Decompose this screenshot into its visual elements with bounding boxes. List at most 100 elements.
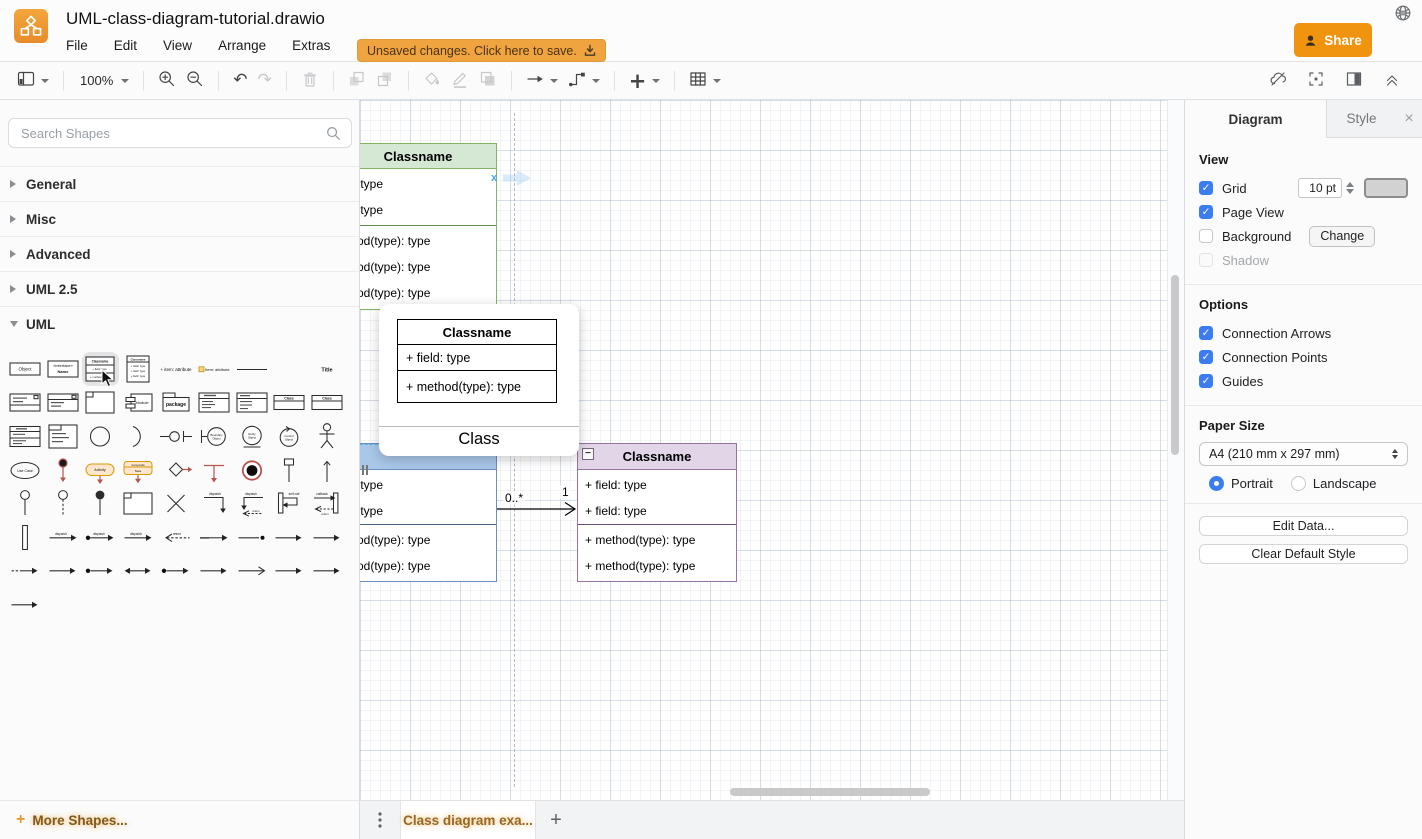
shape-edge-3[interactable] [82, 554, 120, 588]
shape-decision[interactable] [157, 453, 195, 487]
uml-class-right[interactable]: − Classname + field: type + field: type … [577, 443, 737, 582]
collapse-minus-icon[interactable]: − [582, 448, 594, 460]
shape-activity[interactable]: Activity [82, 453, 120, 487]
offline-status-icon[interactable] [1264, 67, 1292, 94]
menu-edit[interactable]: Edit [114, 38, 137, 53]
shape-title[interactable]: Title [308, 352, 346, 386]
connection-arrows-checkbox[interactable] [1199, 326, 1213, 340]
shape-list[interactable] [233, 386, 271, 420]
unsaved-changes-button[interactable]: Unsaved changes. Click here to save. [357, 39, 606, 62]
zoom-out-button[interactable] [181, 67, 209, 94]
shape-required-interface[interactable] [119, 419, 157, 453]
more-shapes-button[interactable]: + More Shapes... [0, 800, 360, 839]
shape-class-attrs-2[interactable] [6, 419, 44, 453]
directional-arrow-hint-icon[interactable] [503, 170, 531, 186]
shape-lifeline-2[interactable] [44, 486, 82, 520]
insert-button[interactable]: + [624, 69, 666, 93]
shape-boundary-object[interactable]: BoundaryObject [195, 419, 233, 453]
waypoints-button[interactable] [563, 67, 605, 94]
tab-diagram[interactable]: Diagram [1185, 100, 1327, 138]
shape-interface[interactable]: «interface»Name [44, 352, 82, 386]
shape-destroy[interactable] [157, 486, 195, 520]
share-button[interactable]: Share [1294, 23, 1372, 57]
shape-frame-label[interactable] [44, 419, 82, 453]
search-input[interactable] [19, 125, 326, 142]
edge-target-multiplicity[interactable]: 1 [560, 485, 571, 499]
shape-object-type[interactable] [195, 386, 233, 420]
shape-frame[interactable] [82, 386, 120, 420]
shape-use-case[interactable]: Use Case [6, 453, 44, 487]
shape-dispatch-2[interactable]: dispatch [82, 520, 120, 554]
shape-pin[interactable] [270, 453, 308, 487]
shape-edge-5[interactable] [157, 554, 195, 588]
paper-size-select[interactable]: A4 (210 mm x 297 mm) [1199, 442, 1408, 466]
horizontal-scrollbar-thumb[interactable] [730, 788, 930, 796]
undo-button[interactable]: ↶ [228, 69, 252, 92]
shape-dispatch-3[interactable]: dispatch [119, 520, 157, 554]
grid-checkbox[interactable] [1199, 181, 1213, 195]
format-panel-toggle[interactable] [1340, 67, 1368, 94]
shape-dispatch-1[interactable]: dispatch [44, 520, 82, 554]
shape-item-attribute-icon[interactable]: item: attribute [195, 352, 233, 386]
diagram-canvas[interactable]: Classname d: type d: type thod(type): ty… [360, 100, 1184, 800]
shape-fork-join[interactable] [195, 453, 233, 487]
edge-source-multiplicity[interactable]: 0..* [503, 491, 525, 505]
shape-edge-8[interactable] [270, 554, 308, 588]
clear-default-style-button[interactable]: Clear Default Style [1199, 544, 1408, 564]
shape-composite-state[interactable]: CompositeState [119, 453, 157, 487]
shape-dispatch-return-corner[interactable]: dispatchreturn [233, 486, 271, 520]
portrait-radio[interactable] [1209, 476, 1224, 491]
close-panel-icon[interactable]: × [1396, 100, 1422, 137]
connection-points-checkbox[interactable] [1199, 350, 1213, 364]
change-background-button[interactable]: Change [1309, 226, 1375, 247]
shape-provided-interface[interactable] [82, 419, 120, 453]
shape-item-attribute[interactable]: + item: attribute [157, 352, 195, 386]
uml-class-top[interactable]: Classname d: type d: type thod(type): ty… [360, 143, 497, 310]
grid-color-swatch[interactable] [1364, 178, 1408, 198]
shape-edge-2[interactable] [44, 554, 82, 588]
zoom-dropdown[interactable]: 100% [73, 70, 134, 91]
grid-size-input[interactable]: 10 pt [1298, 178, 1342, 198]
shape-edge-9[interactable] [308, 554, 346, 588]
shape-actor[interactable] [308, 419, 346, 453]
shape-module[interactable]: Module [119, 386, 157, 420]
section-advanced[interactable]: Advanced [0, 236, 360, 271]
pages-menu-kebab-icon[interactable] [360, 801, 400, 839]
shape-link-2[interactable] [308, 520, 346, 554]
shape-assembly[interactable] [157, 419, 195, 453]
shape-class[interactable]: Classname+ field: type+ method(type) [82, 352, 120, 386]
shape-dispatch-corner[interactable]: dispatch [195, 486, 233, 520]
landscape-radio[interactable] [1291, 476, 1306, 491]
tab-style[interactable]: Style [1327, 100, 1396, 137]
page-view-checkbox[interactable] [1199, 205, 1213, 219]
shape-edge-7[interactable] [233, 554, 271, 588]
shape-lost-message[interactable] [233, 520, 271, 554]
language-globe-icon[interactable] [1394, 4, 1412, 27]
connection-style-button[interactable] [521, 67, 563, 94]
fullscreen-button[interactable] [1302, 67, 1330, 94]
menu-view[interactable]: View [163, 38, 192, 53]
shape-class-attrs[interactable] [44, 386, 82, 420]
edit-data-button[interactable]: Edit Data... [1199, 516, 1408, 536]
section-general[interactable]: General [0, 166, 360, 201]
menu-file[interactable]: File [66, 38, 88, 53]
shape-control-object[interactable]: ControlObject [270, 419, 308, 453]
shape-self-call[interactable]: self call [270, 486, 308, 520]
collapse-toolbar-button[interactable] [1378, 67, 1406, 94]
shape-vertical-arrow[interactable] [308, 453, 346, 487]
shape-link-1[interactable] [270, 520, 308, 554]
shape-frame-small[interactable] [119, 486, 157, 520]
shape-classname[interactable]: Classname+ field: type+ field: type+ fie… [119, 352, 157, 386]
zoom-in-button[interactable] [153, 67, 181, 94]
menu-arrange[interactable]: Arrange [218, 38, 266, 53]
shape-activation[interactable] [6, 520, 44, 554]
shape-class-footer[interactable] [6, 386, 44, 420]
add-page-button[interactable]: + [536, 801, 576, 839]
shape-final-node[interactable] [233, 453, 271, 487]
shape-search-box[interactable] [8, 118, 352, 148]
uml-class-left[interactable]: d: type d: type thod(type): type thod(ty… [360, 443, 497, 582]
section-misc[interactable]: Misc [0, 201, 360, 236]
grid-size-stepper[interactable] [1344, 178, 1356, 198]
shape-edge-4[interactable] [119, 554, 157, 588]
shape-edge-6[interactable] [195, 554, 233, 588]
